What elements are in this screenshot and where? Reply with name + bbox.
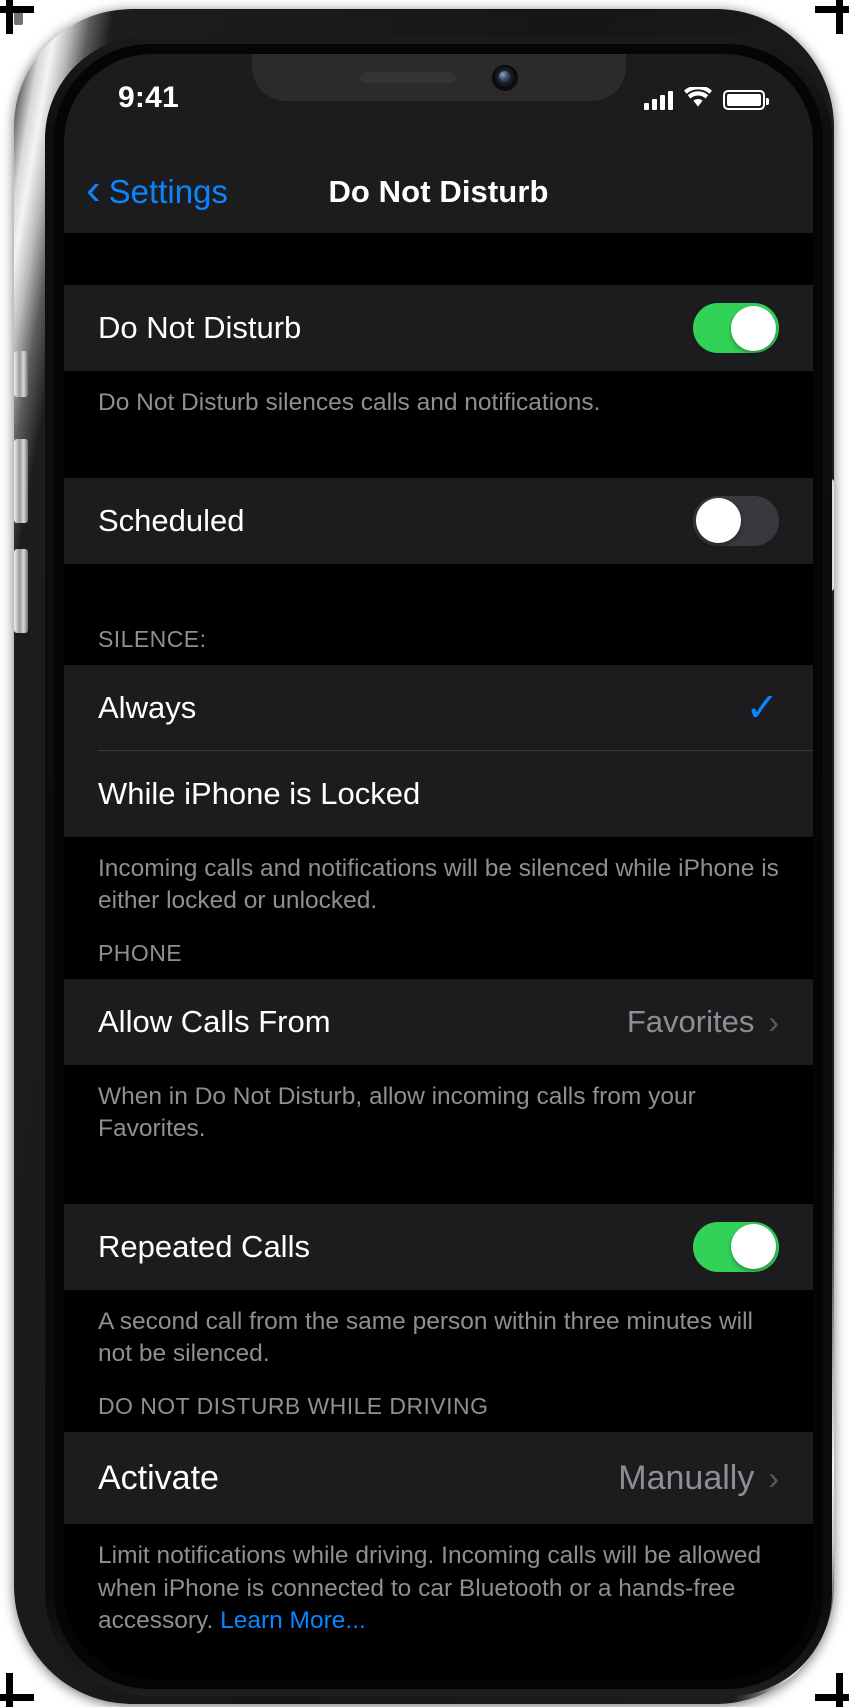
signal-bars-icon [644, 90, 673, 110]
footer-repeated-calls: A second call from the same person withi… [64, 1289, 813, 1394]
mute-switch-button[interactable] [14, 351, 28, 397]
crop-mark-bottom-right [836, 1673, 843, 1707]
row-allow-calls-from[interactable]: Allow Calls From Favorites › [64, 978, 813, 1065]
toggle-repeated-calls[interactable] [693, 1221, 779, 1272]
battery-full-icon [723, 90, 769, 110]
crop-mark-top-right [815, 6, 849, 13]
volume-up-button[interactable] [14, 439, 28, 523]
settings-list[interactable]: Do Not Disturb Do Not Disturb silences c… [64, 233, 813, 1679]
row-activate[interactable]: Activate Manually › [64, 1432, 813, 1525]
spacer [64, 563, 813, 626]
toggle-do-not-disturb[interactable] [693, 303, 779, 353]
row-value-activate: Manually [618, 1458, 755, 1497]
row-value-allow-calls-from: Favorites [626, 1003, 755, 1039]
front-camera-icon [491, 64, 518, 91]
learn-more-link[interactable]: Learn More... [220, 1607, 366, 1634]
row-label-activate: Activate [98, 1458, 219, 1497]
toggle-scheduled[interactable] [693, 495, 779, 546]
iphone-device-frame: 9:41 ‹ Settings Do Not Disturb Do Not Di… [14, 9, 834, 1704]
row-label-always: Always [98, 689, 197, 725]
row-label-do-not-disturb: Do Not Disturb [98, 310, 302, 345]
back-button-label: Settings [108, 172, 228, 210]
chevron-right-icon: › [768, 1460, 779, 1497]
crop-mark-bottom-left [6, 1673, 13, 1707]
row-silence-always[interactable]: Always ✓ [64, 664, 813, 751]
row-label-scheduled: Scheduled [98, 502, 245, 538]
footer-allow-calls-from: When in Do Not Disturb, allow incoming c… [64, 1064, 813, 1168]
back-button[interactable]: ‹ Settings [86, 164, 228, 214]
navigation-bar: ‹ Settings Do Not Disturb [64, 150, 813, 233]
crop-mark-top-right [836, 0, 843, 34]
crop-mark-bottom-right [815, 1694, 849, 1701]
wifi-icon [684, 85, 712, 113]
chevron-right-icon: › [768, 1003, 779, 1040]
section-header-driving: DO NOT DISTURB WHILE DRIVING [64, 1393, 813, 1433]
device-screen: 9:41 ‹ Settings Do Not Disturb Do Not Di… [64, 54, 813, 1679]
volume-down-button[interactable] [14, 549, 28, 633]
row-label-while-locked: While iPhone is Locked [98, 775, 421, 811]
footer-driving-text: Limit notifications while driving. Incom… [98, 1542, 762, 1635]
spacer [64, 1167, 813, 1204]
row-silence-while-locked[interactable]: While iPhone is Locked [64, 750, 813, 837]
crop-mark-top-left [6, 0, 13, 34]
device-notch [251, 54, 626, 101]
row-do-not-disturb[interactable]: Do Not Disturb [64, 285, 813, 371]
chevron-left-icon: ‹ [86, 164, 101, 214]
top-spacer [64, 233, 813, 285]
footer-silence: Incoming calls and notifications will be… [64, 836, 813, 940]
earpiece-speaker [359, 72, 456, 83]
row-repeated-calls[interactable]: Repeated Calls [64, 1203, 813, 1290]
status-bar-time: 9:41 [118, 81, 179, 114]
section-header-phone: PHONE [64, 939, 813, 979]
footer-do-not-disturb: Do Not Disturb silences calls and notifi… [64, 371, 813, 442]
section-header-silence: SILENCE: [64, 625, 813, 665]
footer-driving: Limit notifications while driving. Incom… [64, 1524, 813, 1660]
row-label-allow-calls-from: Allow Calls From [98, 1003, 331, 1039]
spacer [64, 1659, 813, 1679]
checkmark-icon: ✓ [745, 685, 779, 730]
row-label-repeated-calls: Repeated Calls [98, 1228, 310, 1264]
spacer [64, 441, 813, 478]
row-scheduled[interactable]: Scheduled [64, 477, 813, 564]
status-bar-indicators [644, 85, 769, 113]
